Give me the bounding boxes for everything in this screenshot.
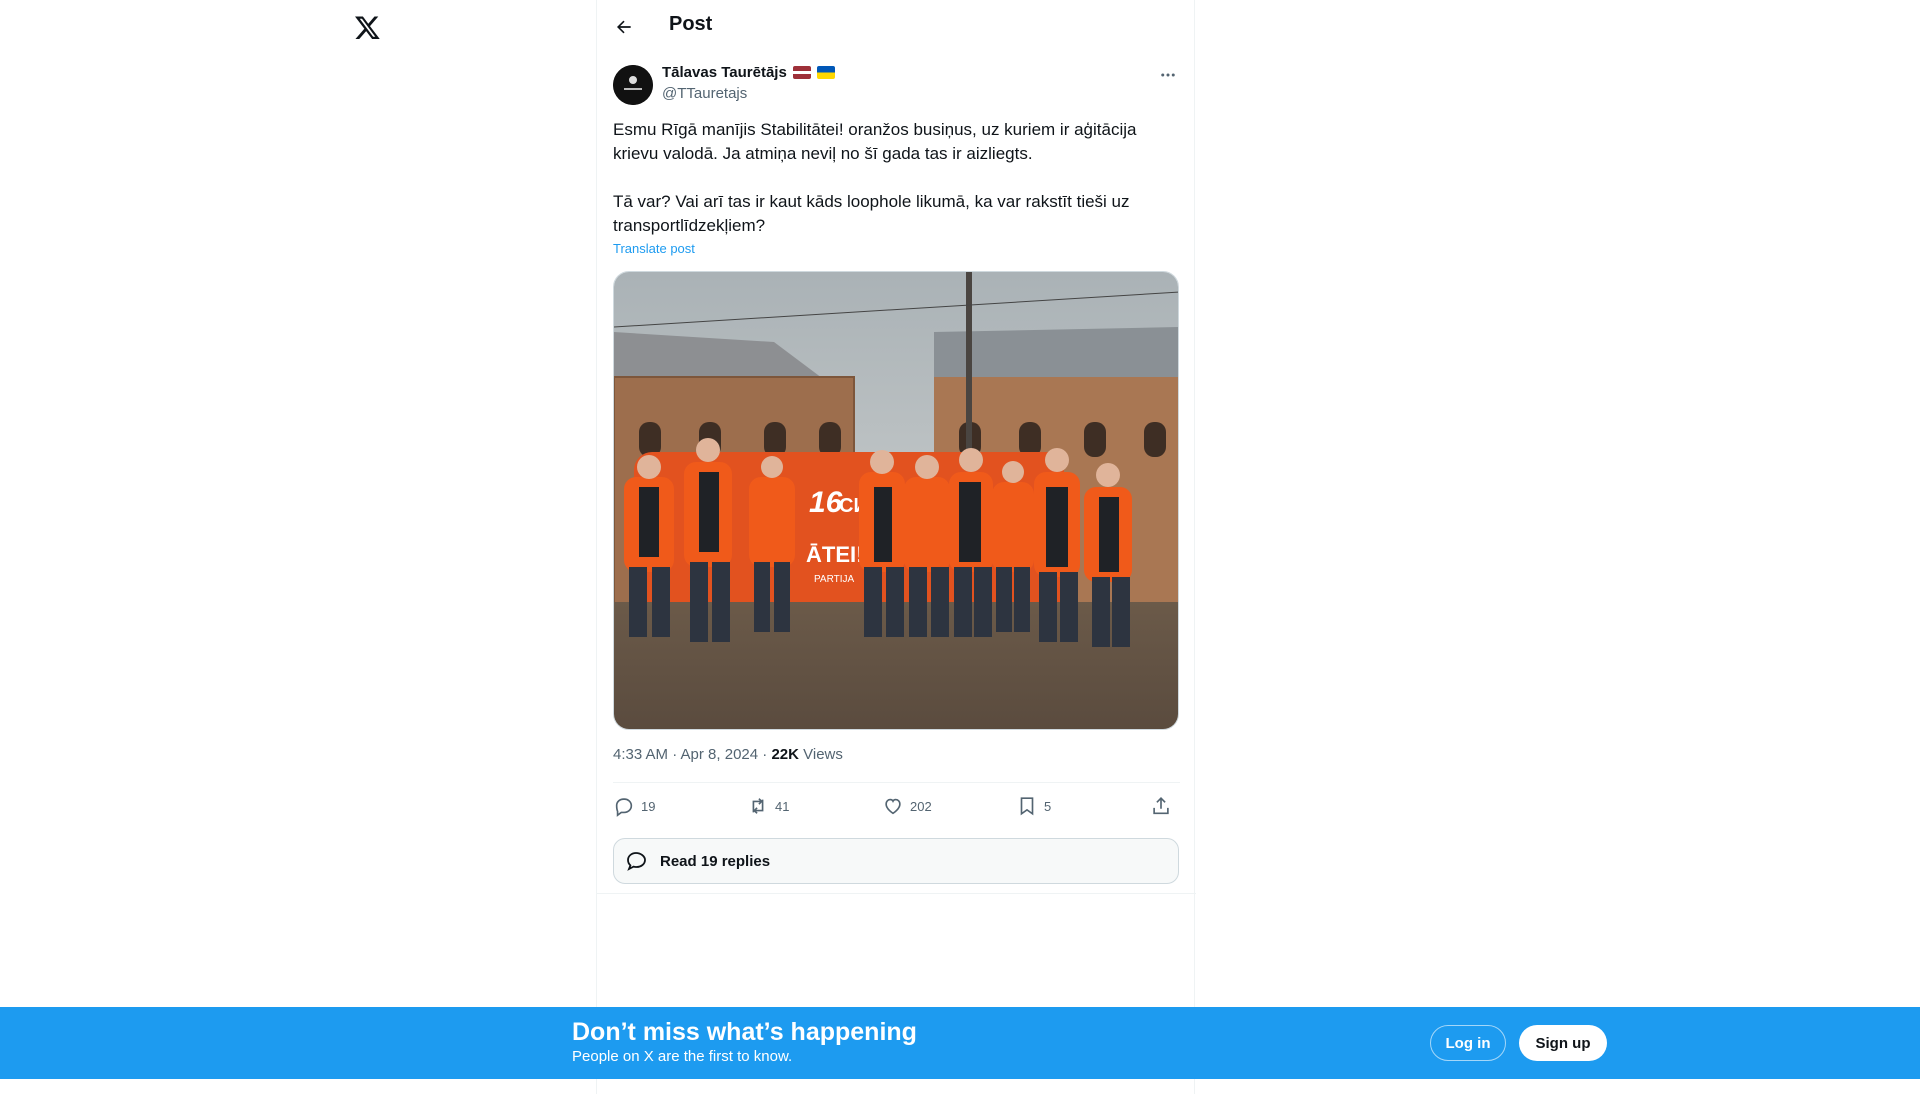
share-button[interactable] — [1150, 795, 1172, 817]
banner-subtitle: People on X are the first to know. — [572, 1048, 793, 1065]
post-timestamp[interactable]: 4:33 AM · Apr 8, 2024 · — [613, 746, 771, 763]
banner-title: Don’t miss what’s happening — [572, 1018, 917, 1046]
photo-van-number: 16 — [809, 486, 843, 519]
page-title: Post — [669, 13, 713, 35]
x-logo-icon[interactable] — [354, 14, 381, 41]
more-icon — [1161, 73, 1175, 77]
post-photo[interactable]: 16 СИ ĀTEI! PARTIJA — [613, 271, 1179, 730]
back-button[interactable] — [607, 10, 641, 44]
reply-icon — [615, 798, 633, 817]
translate-post-link[interactable]: Translate post — [613, 241, 695, 256]
post-actions: 19 41 202 5 — [613, 795, 1180, 821]
avatar-image — [613, 65, 653, 105]
arrow-left-icon — [617, 20, 631, 34]
post-text: Esmu Rīgā manījis Stabilitātei! oranžos … — [613, 120, 1137, 235]
author-name-row[interactable]: Tālavas Taurētājs — [662, 64, 835, 81]
avatar[interactable] — [613, 65, 653, 105]
signup-button[interactable]: Sign up — [1519, 1025, 1607, 1061]
photo-van-brand: ĀTEI! — [806, 542, 863, 567]
read-replies-button[interactable]: Read 19 replies — [613, 838, 1179, 884]
views-count: 22K — [771, 746, 799, 763]
like-button[interactable]: 202 — [882, 795, 932, 817]
latvia-flag-icon — [792, 66, 811, 79]
repost-count: 41 — [775, 798, 790, 814]
photo-van-brand-sub: PARTIJA — [814, 574, 855, 585]
divider — [613, 782, 1180, 783]
reply-count: 19 — [641, 798, 656, 814]
bookmark-button[interactable]: 5 — [1016, 795, 1051, 817]
like-count: 202 — [910, 798, 932, 814]
post-header: Post — [597, 0, 1194, 53]
photo-image: 16 СИ ĀTEI! PARTIJA — [614, 272, 1178, 729]
signup-banner: Don’t miss what’s happening People on X … — [0, 1007, 1920, 1079]
more-options-button[interactable] — [1157, 64, 1179, 86]
reply-button[interactable]: 19 — [613, 795, 655, 817]
chat-bubble-icon — [627, 852, 646, 871]
primary-column: Post Tālavas Taurētājs @TTauretajs Esmu … — [596, 0, 1196, 1094]
heart-icon — [885, 798, 901, 815]
ukraine-flag-icon — [816, 66, 835, 79]
repost-button[interactable]: 41 — [747, 795, 789, 817]
repost-icon — [752, 798, 764, 814]
bookmark-count: 5 — [1044, 798, 1052, 814]
share-icon — [1153, 797, 1169, 815]
views-label: Views — [798, 746, 843, 763]
author-name[interactable]: Tālavas Taurētājs — [662, 64, 787, 81]
login-button[interactable]: Log in — [1430, 1025, 1506, 1061]
read-replies-label: Read 19 replies — [660, 852, 771, 870]
bookmark-icon — [1020, 797, 1034, 816]
post-meta: 4:33 AM · Apr 8, 2024 · 22K Views — [613, 746, 843, 763]
divider — [597, 893, 1196, 894]
author-handle[interactable]: @TTauretajs — [662, 85, 747, 102]
